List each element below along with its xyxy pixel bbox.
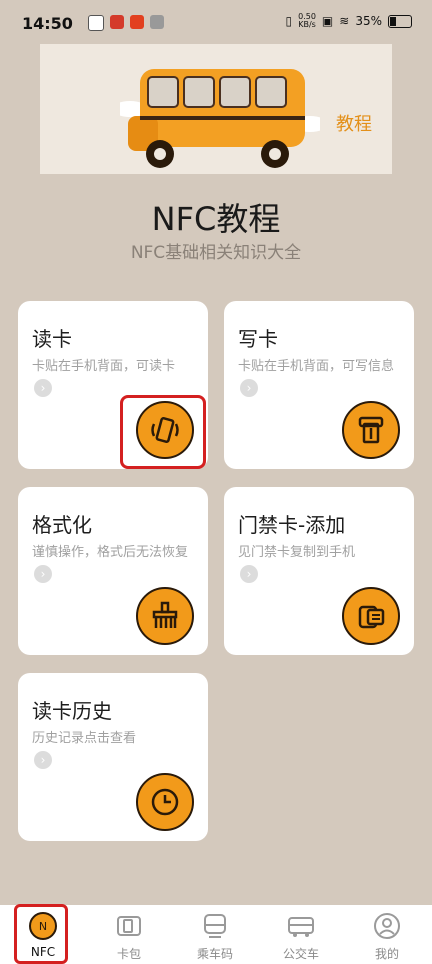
wifi-icon: ≋ — [339, 14, 350, 28]
metro-icon — [204, 914, 226, 938]
battery-percent: 35% — [355, 14, 382, 28]
chevron-right-icon: › — [34, 565, 52, 583]
highlight-box — [14, 904, 68, 964]
sim-icon: ▣ — [321, 14, 334, 28]
chevron-right-icon: › — [240, 379, 258, 397]
read-history-tile[interactable]: 读卡历史 历史记录点击查看 › — [18, 673, 208, 841]
chevron-right-icon: › — [240, 565, 258, 583]
card-description: 见门禁卡复制到手机 — [238, 545, 356, 560]
tab-bus[interactable]: 公交车 — [258, 905, 344, 964]
app-notification-icon — [150, 15, 164, 29]
card-write-icon — [342, 401, 400, 459]
page-subtitle: NFC基础相关知识大全 — [130, 243, 302, 263]
tab-label: 乘车码 — [196, 947, 233, 961]
school-bus-illustration — [120, 69, 320, 168]
card-title: 读卡历史 — [32, 699, 112, 723]
card-title: 读卡 — [32, 327, 72, 351]
notification-icons — [88, 15, 164, 31]
read-card-tile[interactable]: 读卡 卡贴在手机背面，可读卡 › — [18, 301, 208, 469]
tab-metro-code[interactable]: 乘车码 — [172, 905, 258, 964]
profile-icon — [374, 913, 400, 939]
card-title: 写卡 — [238, 327, 278, 351]
card-title: 格式化 — [32, 513, 92, 537]
card-title: 门禁卡-添加 — [238, 513, 346, 537]
status-right: ▯ 0.50 KB/s ▣ ≋ 35% — [285, 12, 412, 29]
format-tile[interactable]: 格式化 谨慎操作，格式后无法恢复 › — [18, 487, 208, 655]
net-speed: 0.50 KB/s — [298, 12, 316, 29]
access-card-icon — [342, 587, 400, 645]
vibrate-icon: ▯ — [285, 14, 293, 28]
clock-icon — [136, 773, 194, 831]
write-card-tile[interactable]: 写卡 卡贴在手机背面，可写信息 › — [224, 301, 414, 469]
tutorial-link[interactable]: 教程 — [336, 110, 372, 136]
card-description: 历史记录点击查看 — [32, 731, 137, 746]
tab-label: 公交车 — [282, 947, 319, 961]
bus-icon — [288, 917, 314, 937]
card-description: 卡贴在手机背面，可读卡 — [32, 359, 176, 374]
page-title: NFC教程 — [151, 200, 281, 238]
status-time: 14:50 — [22, 14, 73, 33]
card-description: 谨慎操作，格式后无法恢复 — [32, 545, 189, 560]
app-notification-icon — [88, 15, 104, 31]
battery-icon — [388, 14, 412, 28]
app-notification-icon — [130, 15, 144, 29]
app-notification-icon — [110, 15, 124, 29]
highlight-box — [120, 395, 206, 469]
format-icon — [136, 587, 194, 645]
tab-profile[interactable]: 我的 — [344, 905, 430, 964]
tab-label: 我的 — [374, 947, 399, 961]
tab-label: 卡包 — [116, 947, 141, 961]
status-bar: 14:50 ▯ 0.50 KB/s ▣ ≋ 35% — [0, 0, 432, 44]
access-card-add-tile[interactable]: 门禁卡-添加 见门禁卡复制到手机 › — [224, 487, 414, 655]
wallet-icon — [117, 916, 141, 936]
chevron-right-icon: › — [34, 379, 52, 397]
card-description: 卡贴在手机背面，可写信息 — [238, 359, 395, 374]
chevron-right-icon: › — [34, 751, 52, 769]
tab-wallet[interactable]: 卡包 — [86, 905, 172, 964]
banner: 教程 — [40, 44, 392, 174]
